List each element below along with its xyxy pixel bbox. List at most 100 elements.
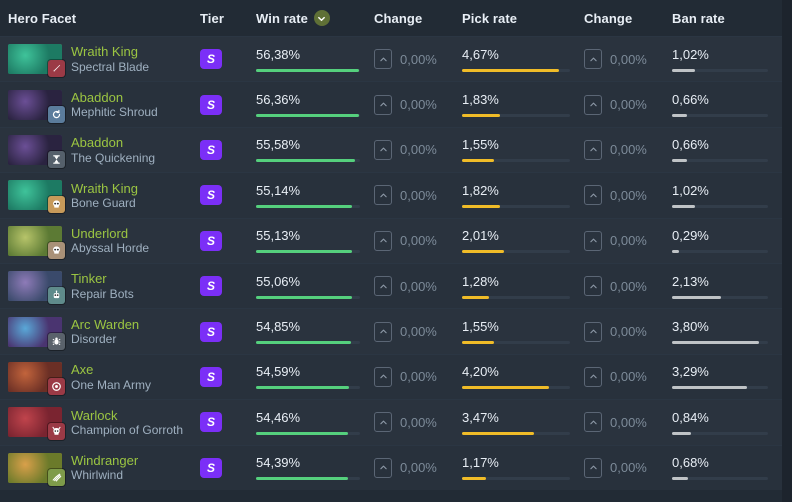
column-header-tier[interactable]: Tier bbox=[200, 11, 256, 26]
table-row[interactable]: Wraith KingSpectral BladeS56,38%0,00%4,6… bbox=[0, 36, 782, 81]
table-row[interactable]: AxeOne Man ArmyS54,59%0,00%4,20%0,00%3,2… bbox=[0, 354, 782, 399]
ban-rate-bar-track bbox=[672, 205, 768, 208]
table-row[interactable]: AbaddonMephitic ShroudS56,36%0,00%1,83%0… bbox=[0, 81, 782, 126]
win-rate-cell: 55,14% bbox=[256, 173, 374, 217]
pick-change-cell: 0,00% bbox=[584, 264, 672, 308]
win-change-value: 0,00% bbox=[400, 97, 437, 112]
ban-rate-value: 2,13% bbox=[672, 274, 768, 289]
stats-table: Hero Facet Tier Win rate Change Pick rat… bbox=[0, 0, 782, 490]
win-rate-bar-fill bbox=[256, 296, 352, 299]
ban-rate-cell: 0,66% bbox=[672, 128, 782, 172]
pick-rate-value: 1,17% bbox=[462, 455, 570, 470]
chevron-up-icon bbox=[374, 276, 392, 296]
hero-facet-cell[interactable]: AbaddonMephitic Shroud bbox=[0, 82, 200, 126]
hero-facet-cell[interactable]: AbaddonThe Quickening bbox=[0, 128, 200, 172]
ban-rate-bar-track bbox=[672, 432, 768, 435]
pick-change-value: 0,00% bbox=[610, 233, 647, 248]
win-rate-bar-fill bbox=[256, 159, 355, 162]
ban-rate-cell: 1,02% bbox=[672, 37, 782, 81]
ban-rate-bar-track bbox=[672, 386, 768, 389]
column-header-label: Ban rate bbox=[672, 11, 725, 26]
hero-text: AxeOne Man Army bbox=[71, 362, 151, 391]
pick-rate-bar-track bbox=[462, 296, 570, 299]
pick-change-value: 0,00% bbox=[610, 188, 647, 203]
column-header-label: Win rate bbox=[256, 11, 308, 26]
hero-facet-cell[interactable]: Arc WardenDisorder bbox=[0, 309, 200, 353]
pick-rate-bar-fill bbox=[462, 114, 500, 117]
hero-text: WarlockChampion of Gorroth bbox=[71, 408, 183, 437]
win-rate-bar-fill bbox=[256, 114, 359, 117]
cycle-icon bbox=[48, 106, 65, 123]
table-row[interactable]: Wraith KingBone GuardS55,14%0,00%1,82%0,… bbox=[0, 172, 782, 217]
hero-portrait-wrap bbox=[8, 317, 62, 347]
chevron-up-icon bbox=[374, 458, 392, 478]
hero-facet-cell[interactable]: AxeOne Man Army bbox=[0, 355, 200, 399]
pick-rate-cell: 3,47% bbox=[462, 400, 584, 444]
pick-rate-value: 2,01% bbox=[462, 228, 570, 243]
ban-rate-bar-track bbox=[672, 296, 768, 299]
win-rate-value: 55,14% bbox=[256, 183, 360, 198]
hero-facet-cell[interactable]: WindrangerWhirlwind bbox=[0, 446, 200, 490]
column-header-hero-facet[interactable]: Hero Facet bbox=[0, 11, 200, 26]
facet-name: One Man Army bbox=[71, 378, 151, 392]
pick-rate-value: 1,55% bbox=[462, 137, 570, 152]
ban-rate-value: 0,68% bbox=[672, 455, 768, 470]
chevron-up-icon bbox=[584, 185, 602, 205]
win-rate-value: 56,38% bbox=[256, 47, 360, 62]
win-rate-value: 55,13% bbox=[256, 228, 360, 243]
hero-facet-cell[interactable]: TinkerRepair Bots bbox=[0, 264, 200, 308]
ban-rate-bar-fill bbox=[672, 250, 679, 253]
chevron-down-icon[interactable] bbox=[314, 10, 330, 26]
hero-facet-cell[interactable]: UnderlordAbyssal Horde bbox=[0, 219, 200, 263]
ban-rate-value: 1,02% bbox=[672, 183, 768, 198]
column-header-win-change[interactable]: Change bbox=[374, 11, 462, 26]
ban-rate-bar-fill bbox=[672, 477, 688, 480]
ban-rate-cell: 0,29% bbox=[672, 219, 782, 263]
win-change-value: 0,00% bbox=[400, 324, 437, 339]
ban-rate-value: 0,66% bbox=[672, 137, 768, 152]
column-header-win-rate[interactable]: Win rate bbox=[256, 10, 374, 26]
pick-change-value: 0,00% bbox=[610, 52, 647, 67]
win-rate-bar-track bbox=[256, 296, 360, 299]
ban-rate-bar-track bbox=[672, 69, 768, 72]
table-row[interactable]: UnderlordAbyssal HordeS55,13%0,00%2,01%0… bbox=[0, 218, 782, 263]
pick-rate-bar-track bbox=[462, 205, 570, 208]
hero-text: UnderlordAbyssal Horde bbox=[71, 226, 149, 255]
ban-rate-value: 1,02% bbox=[672, 47, 768, 62]
ban-rate-bar-fill bbox=[672, 432, 691, 435]
win-change-cell: 0,00% bbox=[374, 309, 462, 353]
tier-badge: S bbox=[200, 276, 222, 296]
column-header-pick-rate[interactable]: Pick rate bbox=[462, 11, 584, 26]
win-rate-bar-track bbox=[256, 250, 360, 253]
ban-rate-bar-fill bbox=[672, 341, 759, 344]
bug-icon bbox=[48, 333, 65, 350]
win-change-value: 0,00% bbox=[400, 369, 437, 384]
hero-name: Abaddon bbox=[71, 135, 155, 150]
win-rate-bar-fill bbox=[256, 432, 348, 435]
win-rate-cell: 55,58% bbox=[256, 128, 374, 172]
ban-rate-value: 0,29% bbox=[672, 228, 768, 243]
table-row[interactable]: TinkerRepair BotsS55,06%0,00%1,28%0,00%2… bbox=[0, 263, 782, 308]
hero-facet-cell[interactable]: WarlockChampion of Gorroth bbox=[0, 400, 200, 444]
win-change-cell: 0,00% bbox=[374, 446, 462, 490]
win-rate-bar-track bbox=[256, 386, 360, 389]
win-rate-cell: 54,85% bbox=[256, 309, 374, 353]
hero-facet-cell[interactable]: Wraith KingBone Guard bbox=[0, 173, 200, 217]
table-header-row: Hero Facet Tier Win rate Change Pick rat… bbox=[0, 0, 782, 36]
table-row[interactable]: WindrangerWhirlwindS54,39%0,00%1,17%0,00… bbox=[0, 445, 782, 490]
facet-name: Spectral Blade bbox=[71, 60, 149, 74]
column-header-ban-rate[interactable]: Ban rate bbox=[672, 11, 782, 26]
column-header-pick-change[interactable]: Change bbox=[584, 11, 672, 26]
hero-portrait-wrap bbox=[8, 453, 62, 483]
hero-name: Arc Warden bbox=[71, 317, 139, 332]
sword-icon bbox=[48, 60, 65, 77]
hero-portrait-wrap bbox=[8, 271, 62, 301]
pick-rate-cell: 4,67% bbox=[462, 37, 584, 81]
pick-rate-bar-fill bbox=[462, 386, 549, 389]
table-row[interactable]: WarlockChampion of GorrothS54,46%0,00%3,… bbox=[0, 399, 782, 444]
table-row[interactable]: Arc WardenDisorderS54,85%0,00%1,55%0,00%… bbox=[0, 308, 782, 353]
scrollbar-track[interactable] bbox=[782, 0, 792, 502]
hero-facet-cell[interactable]: Wraith KingSpectral Blade bbox=[0, 37, 200, 81]
pick-change-value: 0,00% bbox=[610, 369, 647, 384]
table-row[interactable]: AbaddonThe QuickeningS55,58%0,00%1,55%0,… bbox=[0, 127, 782, 172]
